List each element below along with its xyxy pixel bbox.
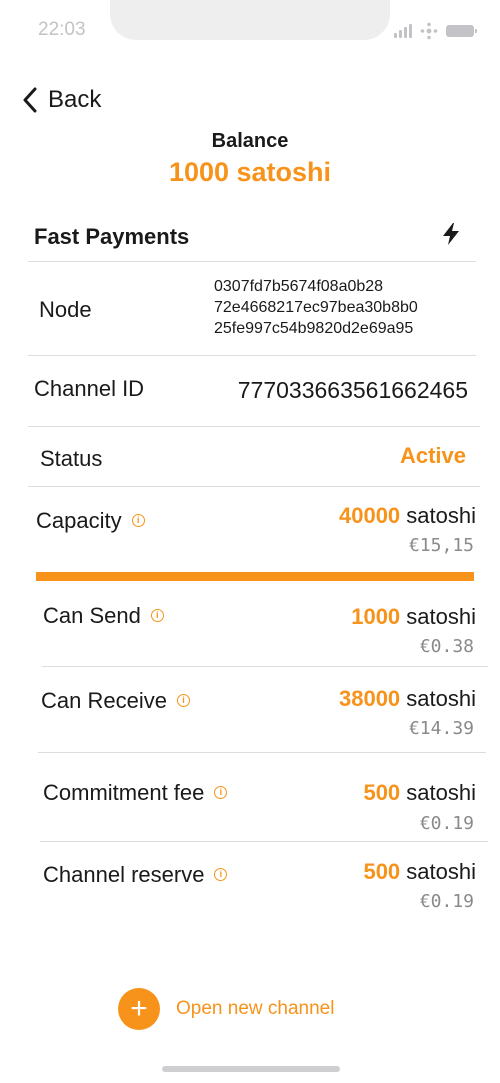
capacity-bar — [36, 572, 474, 581]
info-icon[interactable]: i — [214, 785, 228, 799]
info-icon[interactable]: i — [131, 513, 145, 527]
divider — [40, 841, 488, 842]
open-channel-button[interactable]: + Open new channel — [118, 988, 334, 1030]
node-id[interactable]: 0307fd7b5674f08a0b28 72e4668217ec97bea30… — [214, 276, 418, 339]
info-icon[interactable]: i — [176, 693, 190, 707]
can-receive-amount-unit: satoshi — [400, 686, 476, 711]
channel-reserve-label: Channel reserve i — [43, 862, 228, 888]
can-send-amount-value: 1000 — [351, 604, 401, 629]
capacity-amount-unit: satoshi — [400, 503, 476, 528]
lightning-icon[interactable] — [440, 222, 462, 246]
can-receive-fiat: €14.39 — [408, 718, 474, 739]
can-receive-amount: 38000 satoshi — [339, 686, 476, 712]
divider — [28, 355, 476, 356]
divider — [28, 261, 476, 262]
divider — [42, 666, 488, 667]
commitment-fee-label-text: Commitment fee — [43, 780, 205, 805]
can-receive-label: Can Receive i — [41, 688, 190, 714]
home-indicator[interactable] — [162, 1066, 340, 1072]
can-send-amount-unit: satoshi — [400, 604, 476, 629]
can-receive-amount-value: 38000 — [338, 686, 401, 711]
info-icon[interactable]: i — [214, 867, 228, 881]
divider — [28, 426, 480, 427]
commitment-fee-amount-unit: satoshi — [400, 780, 476, 805]
status-time: 22:03 — [38, 19, 86, 40]
status-bar: 22:03 — [0, 0, 500, 60]
channel-reserve-amount-unit: satoshi — [400, 859, 476, 884]
channel-reserve-label-text: Channel reserve — [43, 862, 205, 887]
device-notch — [110, 0, 390, 40]
chevron-left-icon — [23, 87, 37, 113]
can-receive-label-text: Can Receive — [41, 688, 167, 713]
status-label: Status — [40, 446, 103, 471]
wifi-icon — [420, 22, 438, 40]
signal-icon — [394, 24, 412, 38]
commitment-fee-amount: 500 satoshi — [363, 780, 476, 806]
info-icon[interactable]: i — [150, 608, 164, 622]
capacity-amount-value: 40000 — [338, 503, 401, 528]
status-icons — [394, 22, 477, 40]
section-title: Fast Payments — [34, 224, 190, 249]
capacity-fiat: €15,15 — [408, 535, 474, 556]
channel-reserve-amount-value: 500 — [363, 859, 401, 884]
node-label: Node — [39, 297, 92, 322]
back-button[interactable]: Back — [22, 86, 101, 114]
channel-id-value[interactable]: 777033663561662465 — [238, 377, 468, 404]
commitment-fee-fiat: €0.19 — [419, 813, 474, 834]
status-badge: Active — [399, 443, 466, 468]
battery-icon — [446, 25, 477, 37]
divider — [28, 486, 480, 487]
commitment-fee-amount-value: 500 — [363, 780, 401, 805]
channel-id-label: Channel ID — [34, 376, 145, 401]
can-send-amount: 1000 satoshi — [351, 604, 476, 630]
channel-reserve-fiat: €0.19 — [419, 891, 474, 912]
can-send-label-text: Can Send — [43, 603, 141, 628]
capacity-amount: 40000 satoshi — [339, 503, 476, 529]
plus-icon: + — [118, 988, 160, 1030]
open-channel-label: Open new channel — [176, 998, 335, 1019]
capacity-label-text: Capacity — [36, 508, 122, 533]
capacity-label: Capacity i — [36, 508, 145, 534]
can-send-label: Can Send i — [43, 603, 164, 629]
commitment-fee-label: Commitment fee i — [43, 780, 228, 806]
can-send-fiat: €0.38 — [419, 636, 474, 657]
channel-reserve-amount: 500 satoshi — [363, 859, 476, 885]
balance-label: Balance — [211, 130, 289, 152]
node-id-line: 0307fd7b5674f08a0b28 — [214, 278, 384, 295]
back-label: Back — [48, 86, 102, 113]
divider — [38, 752, 486, 753]
node-id-line: 25fe997c54b9820d2e69a95 — [214, 320, 414, 337]
balance-value: 1000 satoshi — [168, 157, 332, 187]
node-id-line: 72e4668217ec97bea30b8b0 — [214, 299, 418, 316]
